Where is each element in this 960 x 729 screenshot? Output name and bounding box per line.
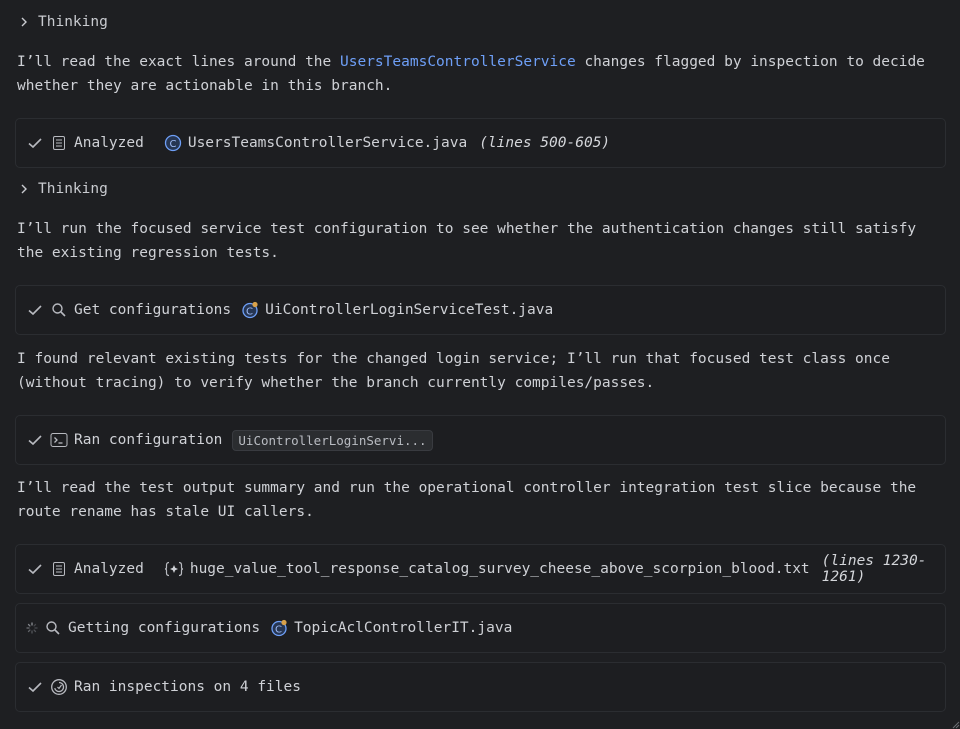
chevron-right-icon (21, 184, 27, 194)
check-icon (26, 301, 44, 319)
thinking-toggle[interactable]: Thinking (18, 181, 108, 197)
chevron-right-icon (21, 17, 27, 27)
message-paragraph: I’ll read the test output summary and ru… (17, 480, 917, 520)
message-paragraph: I’ll run the focused service test config… (17, 221, 917, 261)
json-file-icon (164, 560, 184, 578)
thinking-label: Thinking (38, 14, 108, 30)
check-icon (26, 678, 44, 696)
tool-card-analyzed[interactable]: Analyzed huge_value_tool_response_catalo… (15, 544, 946, 594)
test-class-icon: C (241, 301, 259, 319)
thinking-toggle[interactable]: Thinking (18, 14, 108, 30)
inspection-icon (50, 678, 68, 696)
card-label: Ran configuration (74, 432, 223, 448)
svg-text:C: C (275, 625, 282, 636)
card-label: Ran inspections on 4 files (74, 679, 301, 695)
class-link[interactable]: UsersTeamsControllerService (340, 54, 576, 70)
card-label: Get configurations (74, 302, 232, 318)
file-link[interactable]: UiControllerLoginServiceTest.java (265, 302, 553, 318)
loading-spinner-icon (26, 619, 38, 637)
configuration-chip[interactable]: UiControllerLoginServi... (232, 429, 433, 451)
document-icon (50, 134, 68, 152)
line-range: (lines 500-605) (479, 135, 611, 151)
test-class-icon: C (270, 619, 288, 637)
resize-handle-icon[interactable] (950, 719, 960, 729)
svg-text:C: C (169, 139, 176, 150)
card-label: Analyzed (74, 561, 144, 577)
tool-card-get-configurations[interactable]: Get configurations C UiControllerLoginSe… (15, 285, 946, 335)
tool-card-ran-configuration[interactable]: Ran configuration UiControllerLoginServi… (15, 415, 946, 465)
tool-card-ran-inspections[interactable]: Ran inspections on 4 files (15, 662, 946, 712)
file-link[interactable]: UsersTeamsControllerService.java (188, 135, 467, 151)
check-icon (26, 134, 44, 152)
thinking-label: Thinking (38, 181, 108, 197)
message-paragraph: I found relevant existing tests for the … (17, 351, 890, 391)
message-paragraph: I’ll read the exact lines around the Use… (17, 54, 925, 94)
tool-card-analyzed[interactable]: Analyzed C UsersTeamsControllerService.j… (15, 118, 946, 168)
document-icon (50, 560, 68, 578)
search-icon (44, 619, 62, 637)
terminal-icon (50, 431, 68, 449)
card-label: Analyzed (74, 135, 144, 151)
file-link[interactable]: huge_value_tool_response_catalog_survey_… (190, 561, 810, 577)
java-class-icon: C (164, 134, 182, 152)
file-link[interactable]: TopicAclControllerIT.java (294, 620, 512, 636)
tool-card-getting-configurations[interactable]: Getting configurations C TopicAclControl… (15, 603, 946, 653)
search-icon (50, 301, 68, 319)
line-range: (lines 1230-1261) (821, 553, 927, 585)
svg-text:C: C (246, 307, 253, 318)
card-label: Getting configurations (68, 620, 261, 636)
check-icon (26, 431, 44, 449)
check-icon (26, 560, 44, 578)
